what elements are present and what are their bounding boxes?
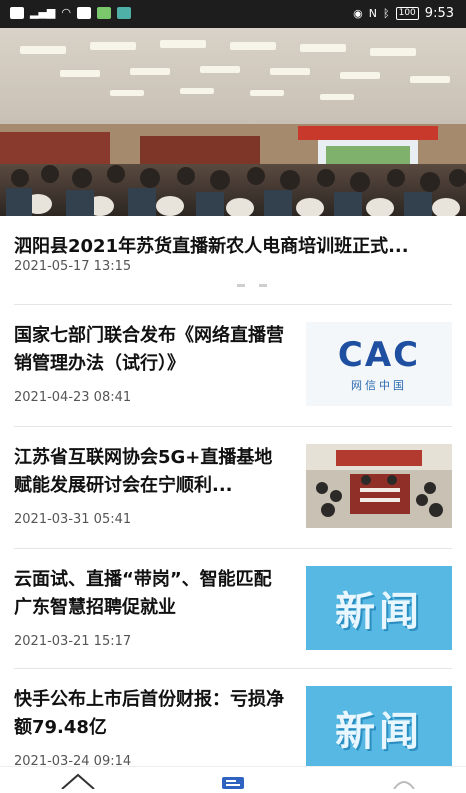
sim-icon [10, 6, 24, 19]
news-thumbnail-cac[interactable]: CAC 网信中国 [306, 322, 452, 406]
bluetooth-icon: ᛒ [383, 7, 390, 20]
nav-profile[interactable] [384, 771, 424, 790]
eye-icon: ◉ [353, 7, 363, 20]
signal-icon: ▂▄▆ [30, 6, 56, 19]
news-item[interactable]: 云面试、直播“带岗”、智能匹配 广东智慧招聘促就业 2021-03-21 15:… [0, 550, 466, 666]
nav-news[interactable] [214, 771, 254, 789]
bottom-nav [0, 766, 466, 790]
news-badge-text: 新闻 [335, 589, 423, 635]
news-title[interactable]: 国家七部门联合发布《网络直播营销管理办法（试行）》 [14, 322, 284, 378]
news-item[interactable]: 国家七部门联合发布《网络直播营销管理办法（试行）》 2021-04-23 08:… [0, 306, 466, 422]
news-date: 2021-03-31 05:41 [14, 512, 132, 527]
divider [14, 426, 452, 427]
battery-icon: 100 [395, 7, 419, 20]
news-thumbnail-badge[interactable]: 新闻 [306, 686, 452, 770]
clock: 9:53 [424, 6, 454, 21]
app-notification-icon-2 [117, 6, 131, 19]
hero-banner[interactable] [0, 28, 466, 216]
divider [14, 548, 452, 549]
news-title[interactable]: 江苏省互联网协会5G+直播基地赋能发展研讨会在宁顺利... [14, 444, 284, 500]
status-bar: ▂▄▆ ◠ ◉ N ᛒ 100 9:53 [0, 0, 466, 28]
hero-date: 2021-05-17 13:15 [14, 259, 132, 274]
carousel-indicator [237, 284, 267, 287]
news-thumbnail-meeting[interactable] [306, 444, 452, 528]
app-notification-icon [97, 6, 111, 19]
status-left-icons: ▂▄▆ ◠ [10, 6, 131, 19]
news-icon [222, 777, 244, 789]
carousel-dot[interactable] [237, 284, 245, 287]
profile-icon [393, 781, 415, 790]
home-icon [61, 773, 95, 790]
hero-photo [0, 28, 466, 216]
divider [14, 668, 452, 669]
status-right-icons: ◉ N ᛒ 100 9:53 [353, 6, 454, 21]
notification-icon [77, 6, 91, 19]
news-badge-text: 新闻 [335, 709, 423, 755]
divider [14, 304, 452, 305]
news-date: 2021-03-21 15:17 [14, 634, 132, 649]
news-title[interactable]: 云面试、直播“带岗”、智能匹配 广东智慧招聘促就业 [14, 566, 284, 622]
wifi-icon: ◠ [61, 6, 71, 19]
nav-home[interactable] [58, 771, 98, 790]
news-title[interactable]: 快手公布上市后首份财报：亏损净额79.48亿 [14, 686, 284, 742]
nfc-icon: N [368, 7, 377, 20]
hero-title[interactable]: 泗阳县2021年苏货直播新农人电商培训班正式... [14, 232, 454, 258]
news-date: 2021-04-23 08:41 [14, 390, 132, 405]
cac-logo-subtitle: 网信中国 [351, 379, 407, 392]
news-thumbnail-badge[interactable]: 新闻 [306, 566, 452, 650]
news-item[interactable]: 江苏省互联网协会5G+直播基地赋能发展研讨会在宁顺利... 2021-03-31… [0, 428, 466, 544]
carousel-dot[interactable] [259, 284, 267, 287]
meeting-photo [306, 444, 452, 528]
cac-logo: CAC [337, 335, 421, 375]
